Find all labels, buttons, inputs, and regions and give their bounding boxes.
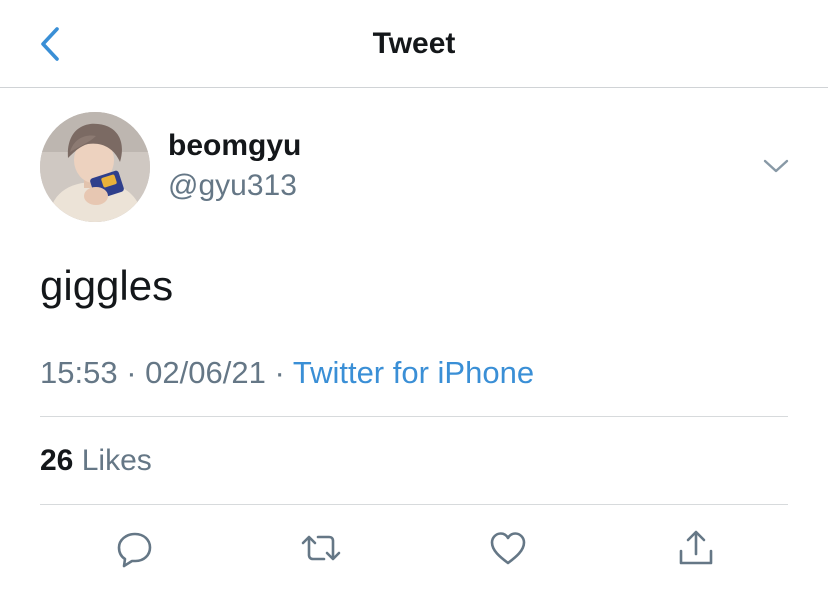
share-button[interactable] xyxy=(674,526,718,570)
reply-button[interactable] xyxy=(113,526,157,570)
profile-photo xyxy=(40,112,150,222)
avatar[interactable] xyxy=(40,112,150,222)
tweet-metadata: 15:53 · 02/06/21 · Twitter for iPhone xyxy=(40,355,534,391)
share-icon xyxy=(679,530,713,565)
tweet-date: 02/06/21 xyxy=(145,355,266,390)
more-options-button[interactable] xyxy=(758,150,794,182)
author-display-name[interactable]: beomgyu xyxy=(168,129,301,163)
tweet-source-link[interactable]: Twitter for iPhone xyxy=(293,355,534,390)
likes-stat[interactable]: 26 Likes xyxy=(40,443,152,479)
heart-icon xyxy=(490,532,526,565)
author-handle[interactable]: @gyu313 xyxy=(168,169,297,203)
divider xyxy=(40,416,788,417)
like-button[interactable] xyxy=(486,526,530,570)
retweet-button[interactable] xyxy=(299,526,343,570)
navigation-bar: Tweet xyxy=(0,0,828,88)
likes-count: 26 xyxy=(40,444,74,477)
divider xyxy=(40,504,788,505)
tweet-text: giggles xyxy=(40,262,174,309)
retweet-icon xyxy=(301,535,341,561)
likes-label: Likes xyxy=(81,444,152,477)
reply-icon xyxy=(117,532,152,568)
tweet-time: 15:53 xyxy=(40,355,118,390)
meta-separator: · xyxy=(126,355,137,390)
chevron-down-icon xyxy=(763,159,789,173)
page-title: Tweet xyxy=(372,27,456,60)
meta-separator: · xyxy=(274,355,285,390)
